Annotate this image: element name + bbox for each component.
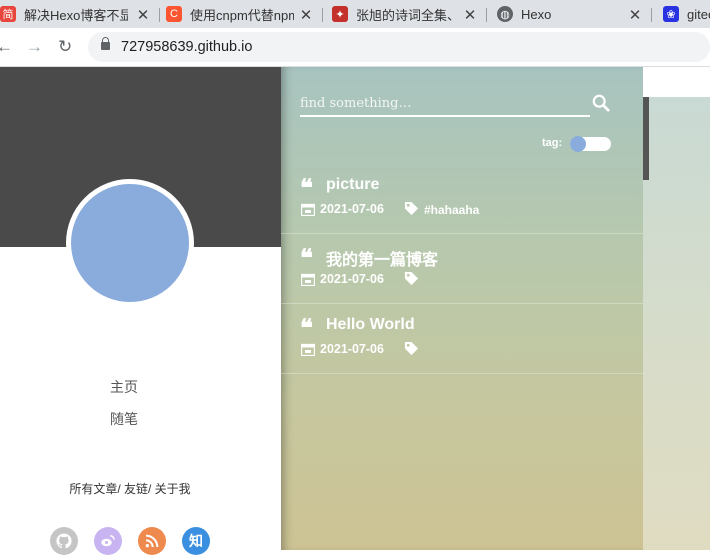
close-icon[interactable]: ✕ [299,6,313,24]
tab-title: gitee [687,6,710,22]
tab-title: 解决Hexo博客不显 [24,7,128,23]
tab-favicon-icon: C [166,6,182,22]
calendar-icon [301,343,315,356]
browser-tab[interactable]: ◍ Hexo ✕ [497,0,652,28]
tag-icon [404,271,419,286]
post-tag[interactable]: #hahaaha [424,203,479,217]
search-icon[interactable] [592,94,610,112]
close-icon[interactable]: ✕ [628,6,642,24]
list-item[interactable]: ❝ Hello World 2021-07-06 [281,305,643,374]
browser-tab[interactable]: 简 解决Hexo博客不显 ✕ [0,0,160,28]
tag-icon [404,341,419,356]
search-input[interactable] [300,91,590,117]
address-bar: ← → ↻ 727958639.github.io [0,28,710,67]
search-panel: tag: ❝ picture 2021-07-06 #hahaaha ❝ 我的第… [281,67,643,550]
tab-title: 张旭的诗词全集、 [356,7,460,23]
post-date: 2021-07-06 [320,342,384,356]
zhihu-icon[interactable]: 知 [182,527,210,555]
tab-title: 使用cnpm代替npm [190,7,294,23]
forward-arrow-icon[interactable]: → [26,37,43,57]
calendar-icon [301,273,315,286]
post-title[interactable]: picture [326,176,379,194]
tab-bar: 简 解决Hexo博客不显 ✕ C 使用cnpm代替npm ✕ ✦ 张旭的诗词全集… [0,0,710,28]
back-arrow-icon[interactable]: ← [0,37,13,57]
avatar[interactable] [66,179,194,307]
tab-favicon-icon: ◍ [497,6,513,22]
tag-filter-label: tag: [542,137,563,149]
menu-item-essays[interactable]: 随笔 [0,409,248,429]
weibo-icon[interactable] [94,527,122,555]
github-icon[interactable] [50,527,78,555]
content-area [643,97,710,550]
post-title[interactable]: Hello World [326,316,415,334]
url-text[interactable]: 727958639.github.io [121,39,252,55]
sidebar: 主页 随笔 所有文章/ 友链/ 关于我 知 [0,67,281,555]
list-item[interactable]: ❝ picture 2021-07-06 #hahaaha [281,165,643,234]
tag-icon [404,201,419,216]
scrollbar[interactable] [643,97,649,180]
sidebar-links[interactable]: 所有文章/ 友链/ 关于我 [0,480,260,497]
toggle-knob [570,136,586,152]
post-date: 2021-07-06 [320,272,384,286]
close-icon[interactable]: ✕ [136,6,150,24]
url-box[interactable]: 727958639.github.io [88,32,710,62]
browser-tab[interactable]: ✦ 张旭的诗词全集、 ✕ [332,0,487,28]
close-icon[interactable]: ✕ [463,6,477,24]
tab-favicon-icon: ✦ [332,6,348,22]
tag-toggle[interactable] [570,136,611,152]
quote-icon: ❝ [300,243,313,272]
reload-icon[interactable]: ↻ [58,37,72,57]
list-item[interactable]: ❝ 我的第一篇博客 2021-07-06 [281,235,643,304]
calendar-icon [301,203,315,216]
tab-favicon-icon: 简 [0,6,16,22]
content-top [643,67,710,97]
rss-icon[interactable] [138,527,166,555]
browser-tab[interactable]: ❀ gitee [663,0,710,28]
post-date: 2021-07-06 [320,202,384,216]
browser-tab[interactable]: C 使用cnpm代替npm ✕ [166,0,323,28]
menu-item-home[interactable]: 主页 [0,377,248,397]
quote-icon: ❝ [300,173,313,202]
quote-icon: ❝ [300,313,313,342]
lock-icon [101,37,110,50]
tab-favicon-icon: ❀ [663,6,679,22]
tab-title: Hexo [521,6,552,22]
post-title[interactable]: 我的第一篇博客 [326,246,438,270]
